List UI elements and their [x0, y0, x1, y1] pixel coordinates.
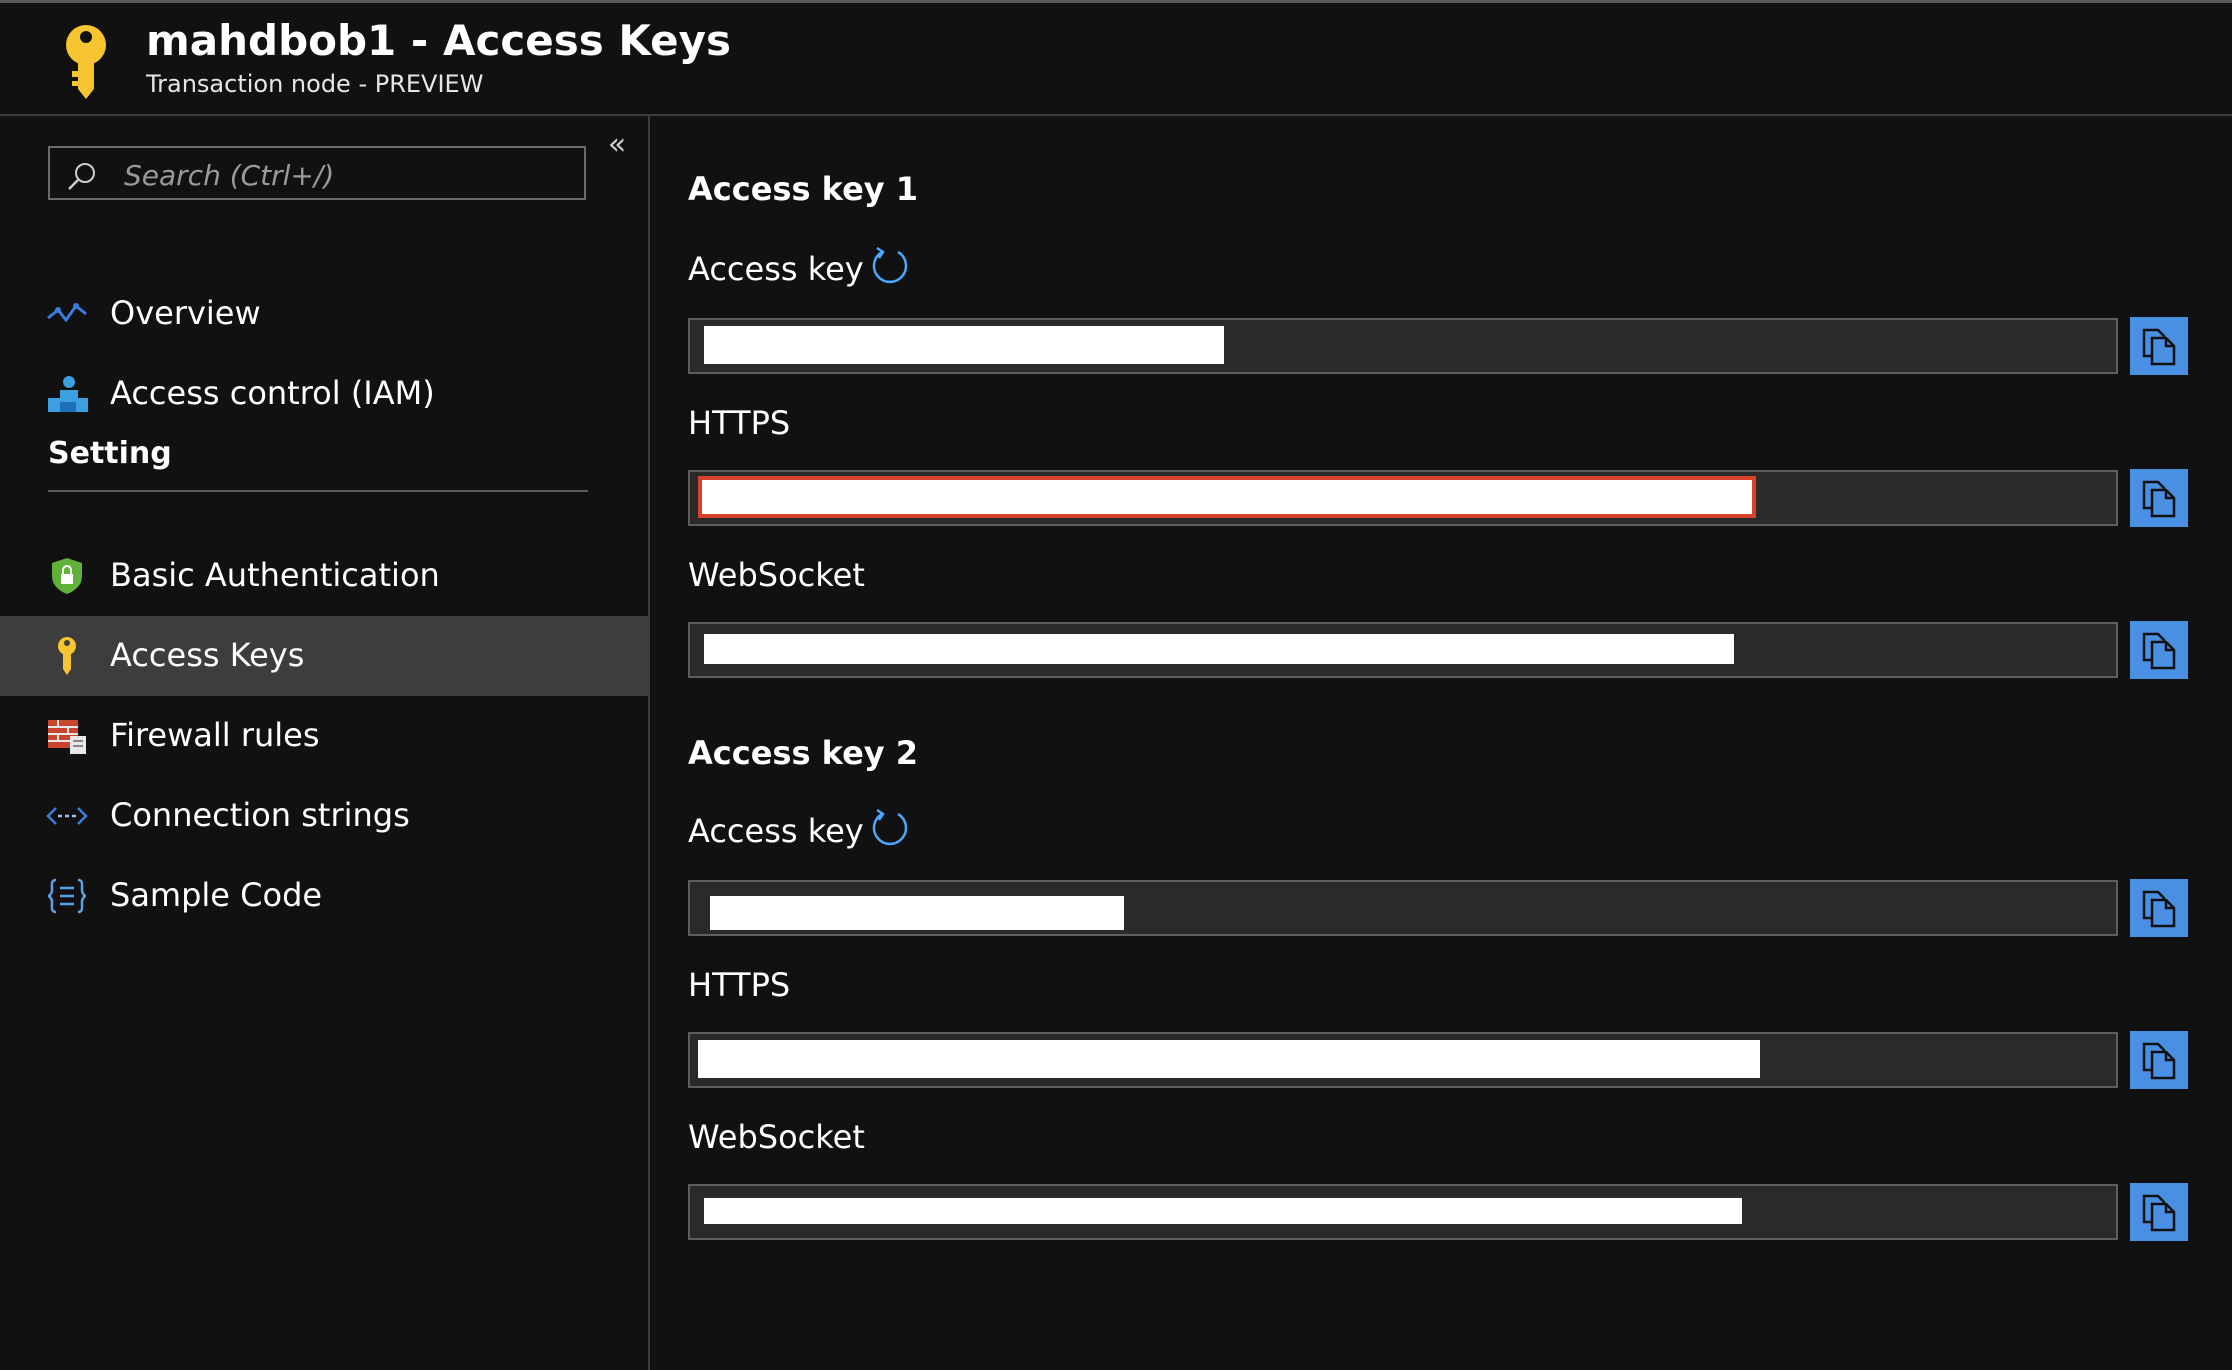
copy-icon: [2142, 1042, 2176, 1080]
field-label-https: HTTPS: [688, 966, 791, 1004]
field-label-websocket: WebSocket: [688, 1118, 865, 1156]
https-1-value[interactable]: [698, 476, 1756, 518]
access-key-2-field[interactable]: [688, 880, 2118, 936]
https-2-value[interactable]: [698, 1040, 1760, 1078]
sidebar-item-overview[interactable]: Overview: [0, 274, 648, 354]
group-title-access-key-2: Access key 2: [688, 734, 919, 772]
access-key-1-value[interactable]: [704, 326, 1224, 364]
sidebar-item-label: Connection strings: [110, 796, 410, 834]
sidebar-item-label: Sample Code: [110, 876, 323, 914]
sidebar-item-connection-strings[interactable]: Connection strings: [0, 776, 648, 856]
double-chevron-left-icon[interactable]: «: [602, 130, 632, 160]
copy-button[interactable]: [2130, 469, 2188, 527]
https-2-field[interactable]: [688, 1032, 2118, 1088]
regenerate-icon[interactable]: [868, 244, 912, 288]
sidebar-item-access-keys[interactable]: Access Keys: [0, 616, 648, 696]
copy-button[interactable]: [2130, 879, 2188, 937]
iam-icon: [48, 376, 88, 412]
sidebar-item-label: Firewall rules: [110, 716, 320, 754]
sidebar-item-label: Overview: [110, 294, 261, 332]
page-title: mahdbob1 - Access Keys: [146, 16, 732, 65]
regenerate-icon[interactable]: [868, 806, 912, 850]
sidebar-item-sample-code[interactable]: Sample Code: [0, 856, 648, 936]
shield-lock-icon: [52, 558, 82, 594]
field-label-https: HTTPS: [688, 404, 791, 442]
copy-icon: [2142, 328, 2176, 366]
copy-icon: [2142, 632, 2176, 670]
sidebar-item-basic-authentication[interactable]: Basic Authentication: [0, 536, 648, 616]
firewall-icon: [48, 720, 86, 754]
sidebar-item-label: Basic Authentication: [110, 556, 440, 594]
access-key-1-field[interactable]: [688, 318, 2118, 374]
page-subtitle: Transaction node - PREVIEW: [146, 70, 484, 98]
websocket-2-field[interactable]: [688, 1184, 2118, 1240]
sidebar-item-label: Access Keys: [110, 636, 305, 674]
copy-button[interactable]: [2130, 317, 2188, 375]
sidebar-item-access-control[interactable]: Access control (IAM): [0, 354, 648, 434]
main-content: Access key 1 Access key HTTPS WebSocket: [650, 116, 2232, 1370]
key-icon: [58, 637, 76, 675]
copy-button[interactable]: [2130, 621, 2188, 679]
https-1-field[interactable]: [688, 470, 2118, 526]
websocket-1-value[interactable]: [704, 634, 1734, 664]
search-input[interactable]: [122, 154, 566, 196]
search-icon: [68, 163, 95, 190]
copy-icon: [2142, 1194, 2176, 1232]
field-label-access-key: Access key: [688, 246, 912, 288]
code-braces-icon: [47, 878, 87, 914]
copy-icon: [2142, 480, 2176, 518]
sidebar-item-firewall-rules[interactable]: Firewall rules: [0, 696, 648, 776]
sidebar-item-label: Access control (IAM): [110, 374, 435, 412]
copy-button[interactable]: [2130, 1183, 2188, 1241]
key-icon: [66, 25, 106, 99]
section-title-setting: Setting: [48, 436, 172, 471]
field-label-websocket: WebSocket: [688, 556, 865, 594]
section-divider: [48, 490, 588, 492]
overview-icon: [47, 303, 87, 323]
field-label-text: Access key: [688, 250, 864, 288]
copy-button[interactable]: [2130, 1031, 2188, 1089]
connection-icon: [46, 807, 88, 825]
field-label-text: Access key: [688, 812, 864, 850]
field-label-access-key: Access key: [688, 808, 912, 850]
group-title-access-key-1: Access key 1: [688, 170, 919, 208]
websocket-1-field[interactable]: [688, 622, 2118, 678]
page-header: mahdbob1 - Access Keys Transaction node …: [0, 3, 2232, 116]
sidebar: « Overview Access control (IAM) Setting …: [0, 116, 650, 1370]
copy-icon: [2142, 890, 2176, 928]
search-box[interactable]: [48, 146, 586, 200]
websocket-2-value[interactable]: [704, 1198, 1742, 1224]
access-key-2-value[interactable]: [710, 896, 1124, 930]
